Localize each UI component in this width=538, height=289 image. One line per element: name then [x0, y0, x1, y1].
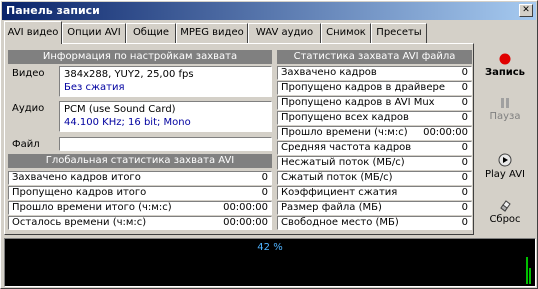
play-avi-label: Play AVI — [484, 169, 526, 180]
audio-source: PCM (use Sound Card) — [64, 104, 176, 115]
stat-value: 0 — [461, 217, 468, 228]
stat-label: Несжатый поток (МБ/с) — [281, 157, 405, 168]
stat-value: 00:00:00 — [223, 217, 268, 228]
tab-avi-options[interactable]: Опции AVI — [62, 23, 126, 43]
global-stats-row: Пропущено кадров итого 0 — [8, 186, 272, 200]
recording-panel-window: Панель записи ✕ AVI видео Опции AVI Общи… — [0, 0, 538, 289]
record-label: Запись — [484, 67, 526, 78]
avi-stats-header: Статистика захвата AVI файла — [277, 50, 472, 64]
audio-level-meter — [526, 257, 531, 284]
avi-stats-row: Захвачено кадров 0 — [277, 66, 472, 80]
stat-value: 0 — [461, 172, 468, 183]
stat-label: Пропущено всех кадров — [281, 112, 409, 123]
progress-monitor: 42 % — [4, 238, 536, 287]
avi-video-page: Информация по настройкам захвата Видео 3… — [4, 43, 474, 235]
tab-wav-audio[interactable]: WAV аудио — [248, 23, 321, 43]
avi-stats-row: Несжатый поток (МБ/с) 0 — [277, 156, 472, 170]
stat-value: 0 — [461, 187, 468, 198]
stat-label: Пропущено кадров в драйвере — [281, 82, 445, 93]
stat-label: Осталось времени (ч:м:с) — [12, 217, 147, 228]
stat-label: Пропущено кадров итого — [12, 187, 147, 198]
title-bar: Панель записи ✕ — [2, 2, 536, 20]
stat-label: Сжатый поток (МБ/с) — [281, 172, 393, 183]
avi-stats-row: Пропущено кадров в драйвере 0 — [277, 81, 472, 95]
stat-value: 0 — [261, 187, 268, 198]
avi-stats-row: Сжатый поток (МБ/с) 0 — [277, 171, 472, 185]
audio-format: 44.100 KHz; 16 bit; Mono — [64, 117, 191, 128]
stat-value: 0 — [261, 172, 268, 183]
global-stats-header: Глобальная статистика захвата AVI — [8, 154, 272, 168]
avi-stats-row: Размер файла (МБ) 0 — [277, 201, 472, 215]
stat-value: 0 — [461, 202, 468, 213]
tab-snapshot[interactable]: Снимок — [321, 23, 371, 43]
video-compression: Без сжатия — [64, 82, 125, 93]
tab-avi-video[interactable]: AVI видео — [4, 21, 62, 44]
tab-general[interactable]: Общие — [126, 23, 176, 43]
close-button[interactable]: ✕ — [519, 4, 533, 17]
play-icon — [498, 153, 512, 167]
audio-info-box: PCM (use Sound Card) 44.100 KHz; 16 bit;… — [59, 101, 272, 132]
stat-label: Средняя частота кадров — [281, 142, 412, 153]
stat-label: Пропущено кадров в AVI Mux — [281, 97, 435, 108]
avi-stats-row: Средняя частота кадров 0 — [277, 141, 472, 155]
level-bar-left — [526, 257, 528, 284]
global-stats-row: Прошло времени итого (ч:м:с) 00:00:00 — [8, 201, 272, 215]
eraser-icon — [500, 200, 511, 212]
stat-value: 00:00:00 — [223, 202, 268, 213]
play-avi-button[interactable]: Play AVI — [477, 153, 533, 180]
stat-label: Коэффициент сжатия — [281, 187, 398, 198]
stat-label: Захвачено кадров итого — [12, 172, 141, 183]
tab-mpeg-video[interactable]: MPEG видео — [176, 23, 248, 43]
reset-label: Сброс — [489, 214, 521, 225]
avi-stats-row: Коэффициент сжатия 0 — [277, 186, 472, 200]
global-stats-row: Осталось времени (ч:м:с) 00:00:00 — [8, 216, 272, 230]
pause-label: Пауза — [489, 111, 521, 122]
global-stats-row: Захвачено кадров итого 0 — [8, 171, 272, 185]
stat-label: Прошло времени итого (ч:м:с) — [12, 202, 172, 213]
capture-info-header: Информация по настройкам захвата — [8, 50, 272, 64]
audio-label: Аудио — [12, 103, 45, 114]
pause-button[interactable]: Пауза — [477, 97, 533, 122]
avi-stats-row: Свободное место (МБ) 0 — [277, 216, 472, 230]
stat-label: Свободное место (МБ) — [281, 217, 399, 228]
stat-label: Размер файла (МБ) — [281, 202, 382, 213]
avi-stats-row: Пропущено кадров в AVI Mux 0 — [277, 96, 472, 110]
stat-value: 0 — [461, 112, 468, 123]
reset-button[interactable]: Сброс — [477, 198, 533, 225]
window-title: Панель записи — [6, 4, 100, 17]
level-bar-right — [529, 268, 531, 284]
stat-value: 0 — [461, 157, 468, 168]
video-format: 384x288, YUY2, 25,00 fps — [64, 69, 194, 80]
stat-value: 0 — [461, 67, 468, 78]
avi-stats-row: Прошло времени (ч:м:с) 00:00:00 — [277, 126, 472, 140]
video-info-box: 384x288, YUY2, 25,00 fps Без сжатия — [59, 66, 272, 97]
file-value — [59, 137, 272, 151]
video-label: Видео — [12, 68, 45, 79]
stat-label: Захвачено кадров — [281, 67, 377, 78]
progress-percent: 42 % — [257, 242, 283, 253]
stat-value: 0 — [461, 82, 468, 93]
file-label: Файл — [12, 139, 40, 150]
avi-stats-row: Пропущено всех кадров 0 — [277, 111, 472, 125]
stat-value: 0 — [461, 97, 468, 108]
tab-presets[interactable]: Пресеты — [371, 23, 427, 43]
stat-label: Прошло времени (ч:м:с) — [281, 127, 408, 138]
stat-value: 00:00:00 — [423, 127, 468, 138]
stat-value: 0 — [461, 142, 468, 153]
record-icon — [499, 53, 511, 65]
pause-icon — [501, 98, 509, 108]
record-button[interactable]: Запись — [477, 53, 533, 78]
